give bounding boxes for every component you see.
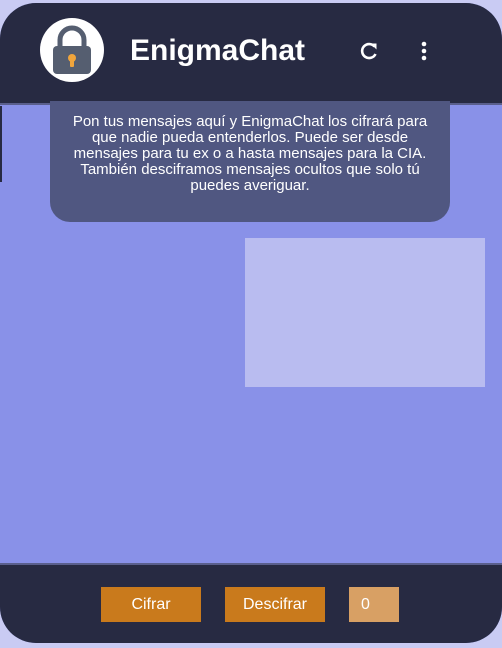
chat-app-window: EnigmaChat Pon tus mensajes aquí y Enigm… [0,3,502,643]
shift-counter-input[interactable] [349,587,399,622]
app-title: EnigmaChat [130,34,306,67]
refresh-icon[interactable] [358,40,380,62]
app-header: EnigmaChat [0,3,502,105]
padlock-icon [40,18,104,82]
decrypt-button[interactable]: Descifrar [225,587,325,622]
left-edge-divider [0,106,2,182]
encrypt-button[interactable]: Cifrar [101,587,201,622]
message-input-area[interactable] [245,238,485,387]
info-message-bubble: Pon tus mensajes aquí y EnigmaChat los c… [50,101,450,222]
more-vertical-icon[interactable] [413,40,435,62]
app-footer: Cifrar Descifrar [0,563,502,643]
